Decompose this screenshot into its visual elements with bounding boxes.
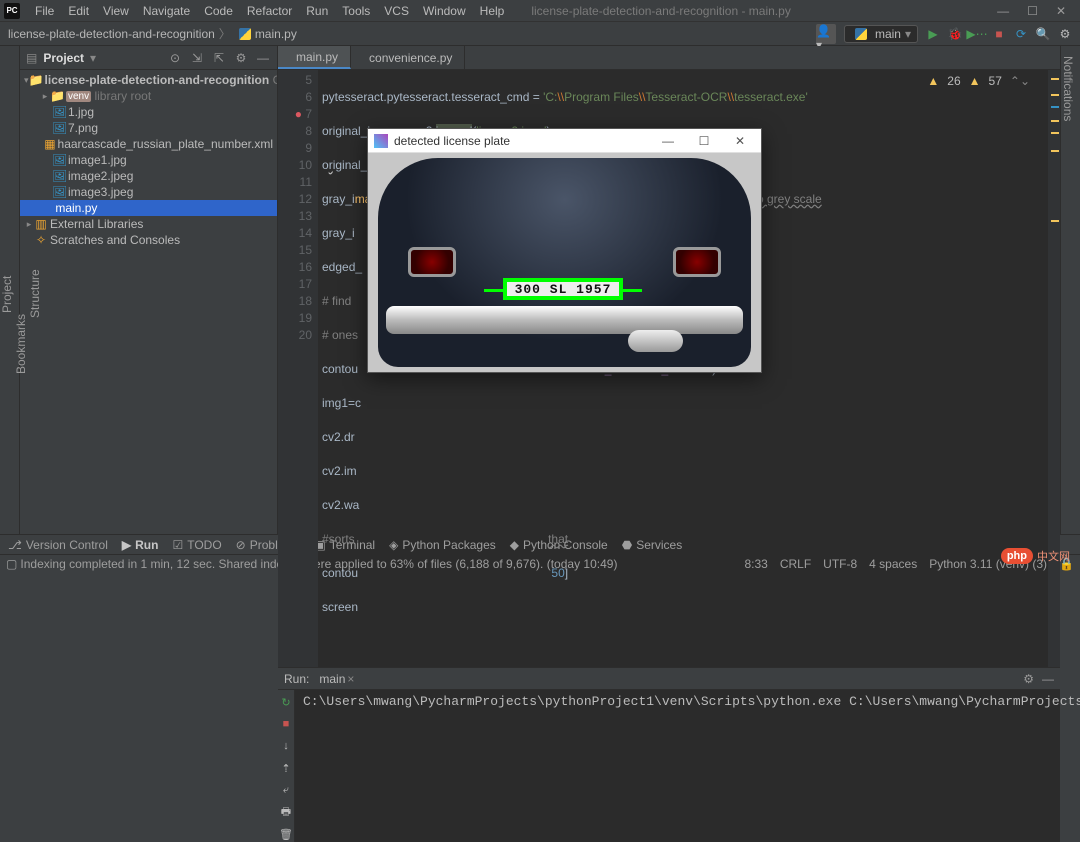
tree-item-selected[interactable]: main.py [20,200,277,216]
project-tree: ▾📁 license-plate-detection-and-recogniti… [20,70,277,250]
debug-button[interactable]: 🐞 [948,27,962,41]
run-tool-window: Run: main × ⚙ — ↻ ■ ↓ ⇡ ⤶ 🖶 🗑 [278,667,1060,842]
tool-run[interactable]: ▶ Run [122,538,159,552]
menu-refactor[interactable]: Refactor [240,2,299,20]
left-tool-strip: Project Bookmarks Structure [0,46,20,534]
window-title: license-plate-detection-and-recognition … [531,4,790,18]
collapse-all-icon[interactable]: ⇱ [211,51,227,65]
stop-icon[interactable]: ■ [278,716,294,732]
rerun-icon[interactable]: ↻ [278,694,294,710]
breadcrumb-file[interactable]: main.py [255,27,297,41]
menu-tools[interactable]: Tools [335,2,377,20]
inspection-summary[interactable]: ▲26 ▲57 ⌃⌄ [927,73,1030,90]
menu-code[interactable]: Code [197,2,240,20]
chevron-up-down-icon[interactable]: ⌃⌄ [1010,73,1030,90]
stop-button[interactable]: ■ [992,27,1006,41]
hide-panel-icon[interactable]: — [255,51,271,65]
status-tool-icon[interactable]: ▢ [6,557,17,571]
chevron-down-icon[interactable]: ▾ [90,51,96,65]
trash-icon[interactable]: 🗑 [278,826,294,842]
editor-tabs: main.py convenience.py [278,46,1060,70]
tree-item[interactable]: 🖼image1.jpg [20,152,277,168]
project-panel: ▤ Project ▾ ⊙ ⇲ ⇱ ⚙ — ▾📁 license-plate-d… [20,46,278,534]
search-icon[interactable]: 🔍 [1036,27,1050,41]
popup-close-icon[interactable]: ✕ [725,134,755,148]
tree-venv[interactable]: ▸📁 venv library root [20,88,277,104]
right-tool-strip: Notifications [1060,46,1080,534]
run-config-name: main [875,27,901,41]
python-file-icon [239,28,251,40]
menu-view[interactable]: View [96,2,136,20]
breadcrumb-sep-icon: 〉 [219,25,231,42]
settings-icon[interactable]: ⚙ [1058,27,1072,41]
select-opened-icon[interactable]: ⊙ [167,51,183,65]
run-panel-title: Run: [284,672,309,686]
detected-plate: 300 SL 1957 [503,278,623,300]
hide-panel-icon[interactable]: — [1042,672,1054,686]
window-maximize-icon[interactable]: ☐ [1027,4,1038,18]
tree-item[interactable]: ▦haarcascade_russian_plate_number.xml [20,136,277,152]
soft-wrap-icon[interactable]: ⤶ [278,782,294,798]
code-with-me-icon[interactable]: 👤▾ [816,24,836,44]
project-tool-tab[interactable]: Project [0,54,14,534]
popup-maximize-icon[interactable]: ☐ [689,134,719,148]
gear-icon[interactable]: ⚙ [233,51,249,65]
project-panel-title: Project [43,51,84,65]
update-button[interactable]: ⟳ [1014,27,1028,41]
chevron-down-icon: ▾ [905,27,911,41]
run-button[interactable]: ▶ [926,27,940,41]
tree-item[interactable]: 🖼7.png [20,120,277,136]
tree-item[interactable]: 🖼1.jpg [20,104,277,120]
watermark-brand: php [1001,548,1033,564]
opencv-popup-window[interactable]: detected license plate — ☐ ✕ 300 SL 1957 [367,128,762,373]
tool-todo[interactable]: ☑ TODO [172,538,221,552]
bookmarks-tool-tab[interactable]: Bookmarks [14,154,28,534]
scroll-icon[interactable]: ↓ [278,738,294,754]
app-logo-icon: PC [4,3,20,19]
menu-vcs[interactable]: VCS [377,2,416,20]
run-toolbar: ↻ ■ ↓ ⇡ ⤶ 🖶 🗑 [278,690,295,842]
tree-item[interactable]: 🖼image2.jpeg [20,168,277,184]
notifications-tab[interactable]: Notifications [1061,52,1075,125]
app-icon [374,134,388,148]
run-config-selector[interactable]: main ▾ [844,25,918,43]
gear-icon[interactable]: ⚙ [1023,672,1034,686]
print-icon[interactable]: 🖶 [278,804,294,820]
run-more-button[interactable]: ▶⋯ [970,27,984,41]
expand-all-icon[interactable]: ⇲ [189,51,205,65]
line-gutter[interactable]: 56● 7891011121314151617181920 [278,70,318,667]
watermark-text: 中文网 [1037,548,1070,564]
tree-scratches[interactable]: ✧Scratches and Consoles [20,232,277,248]
tree-item[interactable]: 🖼image3.jpeg [20,184,277,200]
breadcrumb-project[interactable]: license-plate-detection-and-recognition [8,27,215,41]
structure-tool-tab[interactable]: Structure [28,54,42,534]
popup-minimize-icon[interactable]: — [653,134,683,148]
console-output[interactable]: C:\Users\mwang\PycharmProjects\pythonPro… [295,690,1080,842]
tab-main[interactable]: main.py [278,46,351,69]
tree-external-libraries[interactable]: ▸▥External Libraries [20,216,277,232]
run-panel-config[interactable]: main [319,672,345,686]
menu-navigate[interactable]: Navigate [136,2,197,20]
menu-bar: PC File Edit View Navigate Code Refactor… [0,0,1080,22]
error-stripe[interactable] [1048,70,1060,667]
menu-window[interactable]: Window [416,2,473,20]
menu-help[interactable]: Help [473,2,512,20]
tab-convenience[interactable]: convenience.py [351,46,465,69]
warning-icon: ▲ [927,73,939,90]
window-close-icon[interactable]: ✕ [1056,4,1066,18]
window-minimize-icon[interactable]: — [997,4,1009,18]
python-icon [855,28,867,40]
popup-title: detected license plate [394,134,510,148]
weak-warning-icon: ▲ [969,73,981,90]
popup-image: 300 SL 1957 [368,153,761,372]
tree-root[interactable]: ▾📁 license-plate-detection-and-recogniti… [20,72,277,88]
menu-run[interactable]: Run [299,2,335,20]
navigation-bar: license-plate-detection-and-recognition … [0,22,1080,46]
close-tab-icon[interactable]: × [347,672,354,686]
menu-file[interactable]: File [28,2,61,20]
menu-edit[interactable]: Edit [61,2,96,20]
tool-version-control[interactable]: ⎇ Version Control [8,538,108,552]
watermark: php 中文网 [1001,548,1070,564]
up-icon[interactable]: ⇡ [278,760,294,776]
